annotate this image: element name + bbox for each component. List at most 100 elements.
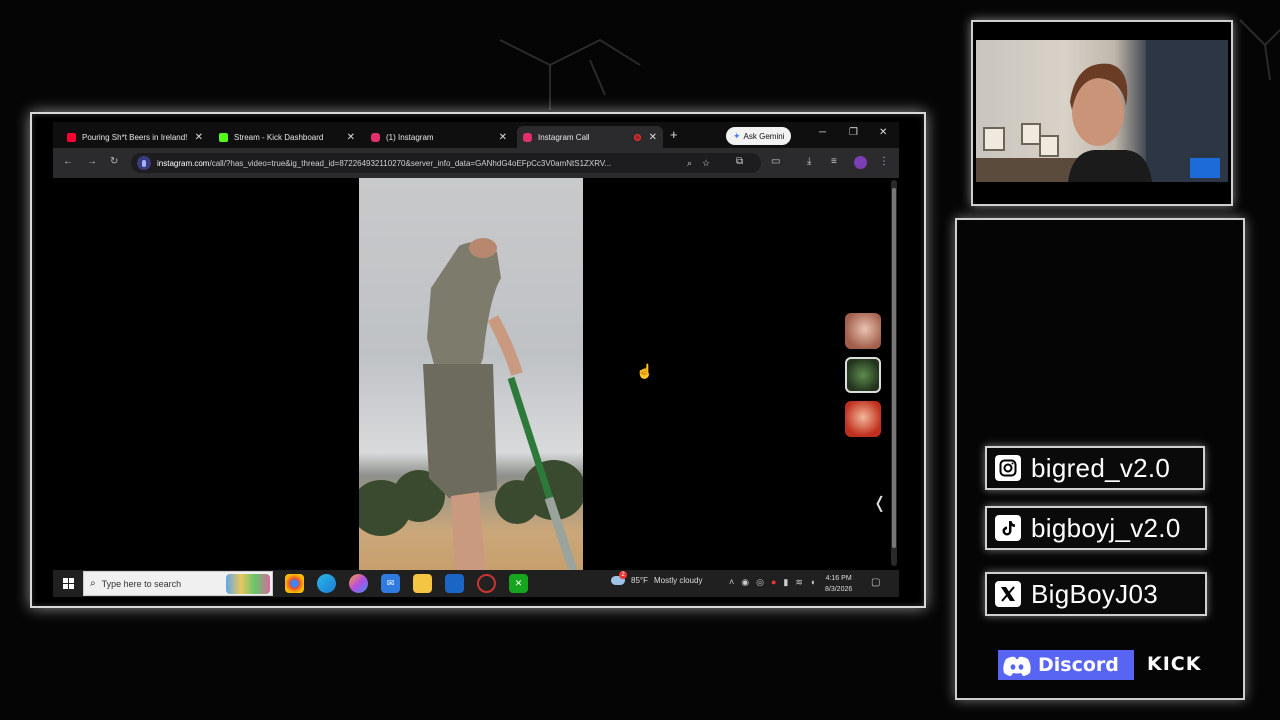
instagram-icon [995,455,1021,481]
participant-avatar[interactable] [845,313,881,349]
youtube-icon [67,132,76,142]
edge-icon[interactable] [317,574,336,593]
page-scrollbar[interactable] [891,180,897,566]
copilot-icon[interactable] [349,574,368,593]
tab-kick-dashboard[interactable]: Stream - Kick Dashboard ✕ [213,126,361,148]
tab-title: Pouring Sh*t Beers in Ireland! [82,132,188,142]
browser-window: Pouring Sh*t Beers in Ireland! ✕ Stream … [53,122,899,597]
instagram-handle: bigred_v2.0 [1031,452,1171,483]
address-bar[interactable]: instagram.com/call/?has_video=true&ig_th… [131,153,761,173]
forward-icon[interactable]: → [87,156,97,167]
microsoft-store-icon[interactable] [445,574,464,593]
network-icon[interactable]: ≋ [795,577,803,588]
weather-temperature: 85°F [631,576,648,585]
call-viewport: ☝ ❬ [53,178,899,570]
x-logo-icon [995,581,1021,607]
instagram-icon [371,132,380,142]
url-host: instagram.com [157,158,210,168]
obs-icon[interactable] [477,574,496,593]
tab-instagram-call[interactable]: Instagram Call ✕ [517,126,663,148]
close-tab-icon[interactable]: ✕ [195,132,203,143]
tab-title: (1) Instagram [386,132,434,142]
media-control-icon[interactable]: ≡ [831,156,837,167]
windows-start-button[interactable] [53,578,83,589]
close-tab-icon[interactable]: ✕ [499,132,507,143]
menu-icon[interactable]: ⋮ [879,156,889,167]
extensions-icon[interactable]: ⧉ [736,156,743,167]
close-tab-icon[interactable]: ✕ [649,132,657,143]
discord-logo: Discord [998,650,1134,680]
tiktok-handle-card: bigboyj_v2.0 [985,506,1207,550]
participant-avatar-active[interactable] [845,357,881,393]
clock-date: 8/3/2026 [825,586,853,593]
video-person-illustration [359,238,583,570]
new-tab-button[interactable]: + [670,127,678,142]
volume-icon[interactable]: ◖ [810,577,815,588]
x-handle-card: BigBoyJ03 [985,572,1207,616]
xbox-icon[interactable]: ✕ [509,574,528,593]
participant-avatar[interactable] [845,401,881,437]
chrome-icon[interactable] [285,574,304,593]
url-path: /call/?has_video=true&ig_thread_id=87226… [209,158,612,168]
tab-title: Stream - Kick Dashboard [234,132,324,142]
weather-alert-badge: 2 [619,571,627,579]
notification-center-icon[interactable]: ▢ [871,577,880,588]
weather-condition: Mostly cloudy [653,576,703,585]
windows-logo-icon [62,578,74,589]
reload-icon[interactable]: ↻ [110,156,118,167]
kick-logo: KICK [1147,653,1201,675]
tiktok-handle: bigboyj_v2.0 [1031,512,1181,543]
gemini-label: Ask Gemini [743,131,785,141]
taskbar-apps: ✉ ✕ [285,574,528,593]
minimize-icon[interactable]: ─ [819,127,826,138]
webcam-scene-illustration [976,40,1228,182]
cast-icon[interactable]: ▭ [771,156,780,167]
search-icon: ⌕ [90,578,96,589]
tray-app-icon[interactable]: ◎ [756,577,764,588]
tab-instagram[interactable]: (1) Instagram ✕ [365,126,513,148]
x-handle: BigBoyJ03 [1031,578,1158,609]
restore-icon[interactable]: ❐ [849,127,858,138]
recording-icon [633,133,641,141]
tiktok-icon [995,515,1021,541]
download-icon[interactable]: ⤓ [807,156,811,167]
instagram-handle-card: bigred_v2.0 [985,446,1205,490]
remote-video-feed[interactable] [359,178,583,570]
file-explorer-icon[interactable] [413,574,432,593]
tray-alert-icon[interactable]: ● [771,577,776,588]
ask-gemini-button[interactable]: ✦ Ask Gemini [726,127,792,145]
kick-icon [219,132,228,142]
mouse-cursor-icon: ☝ [636,363,654,379]
discord-icon [1003,656,1031,676]
collapse-panel-icon[interactable]: ❬ [873,493,886,513]
kick-wordmark: KICK [1147,653,1202,675]
taskbar-search-box[interactable]: ⌕ Type here to search [83,571,273,596]
tab-bar: Pouring Sh*t Beers in Ireland! ✕ Stream … [53,122,899,148]
windows-taskbar: ⌕ Type here to search ✉ ✕ 2 85°F Mostly … [53,570,899,597]
search-icon[interactable]: ⌕ [687,158,692,169]
profile-avatar[interactable] [854,156,867,169]
mail-icon[interactable]: ✉ [381,574,400,593]
instagram-icon [523,132,532,142]
tab-youtube[interactable]: Pouring Sh*t Beers in Ireland! ✕ [61,126,209,148]
chevron-up-icon[interactable]: ˄ [729,577,734,588]
microphone-icon[interactable]: ▮ [783,577,788,588]
url-text: instagram.com/call/?has_video=true&ig_th… [157,159,677,168]
microphone-in-use-icon [137,156,151,170]
bookmark-star-icon[interactable]: ☆ [702,158,710,169]
tab-title: Instagram Call [538,132,590,142]
webcam-feed [976,40,1228,182]
close-tab-icon[interactable]: ✕ [347,132,355,143]
close-window-icon[interactable]: ✕ [879,127,887,138]
weather-widget[interactable]: 2 85°F Mostly cloudy [611,571,703,585]
taskbar-clock[interactable]: 4:16 PM 8/3/2026 [825,573,852,595]
search-highlight-image [226,574,270,594]
discord-wordmark: Discord [1038,654,1119,676]
back-icon[interactable]: ← [63,156,73,167]
search-placeholder: Type here to search [101,578,182,589]
clock-time: 4:16 PM [825,575,852,582]
gemini-icon: ✦ [733,130,741,141]
address-toolbar: ← → ↻ instagram.com/call/?has_video=true… [53,148,899,178]
cloud-icon: 2 [611,571,627,585]
tray-app-icon[interactable]: ◉ [741,577,749,588]
